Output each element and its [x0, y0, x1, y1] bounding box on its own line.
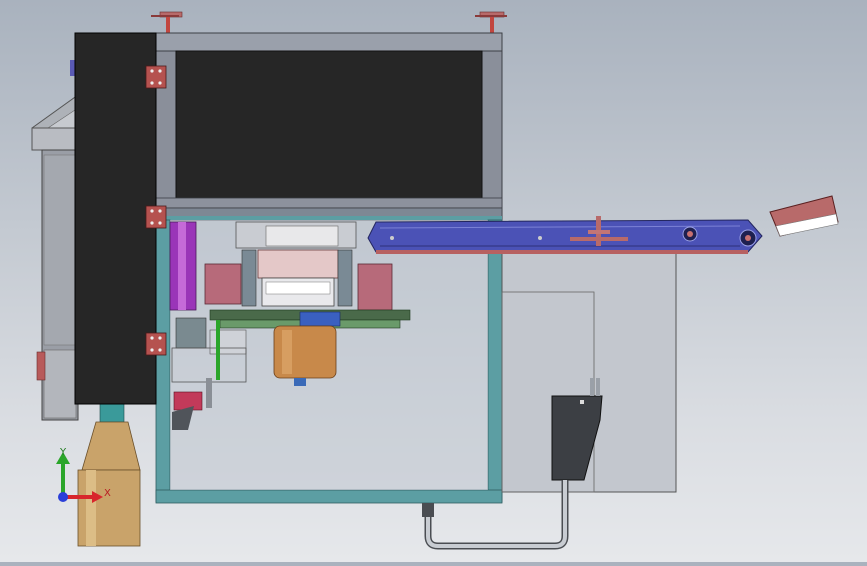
door-hinge-middle	[145, 205, 167, 229]
x-axis-label: X	[104, 488, 111, 499]
left-side-cabinet[interactable]	[31, 60, 79, 421]
y-axis-label: Y	[59, 447, 67, 458]
machine-assembly-drawing: Y X	[31, 11, 839, 550]
door-hinge-top	[145, 65, 167, 89]
upper-hood[interactable]	[155, 32, 503, 221]
conveyor-belt[interactable]	[367, 216, 763, 254]
discharge-chute	[769, 195, 839, 237]
collection-bucket	[273, 325, 337, 386]
top-mount-foot-right	[475, 11, 507, 33]
door-hinge-bottom	[145, 332, 167, 356]
z-axis-dot	[58, 492, 68, 502]
top-mount-foot-left	[151, 11, 183, 33]
cad-viewport[interactable]: Y X	[0, 0, 867, 562]
front-door-panel[interactable]	[74, 32, 157, 405]
feed-hopper-cone	[77, 403, 141, 547]
